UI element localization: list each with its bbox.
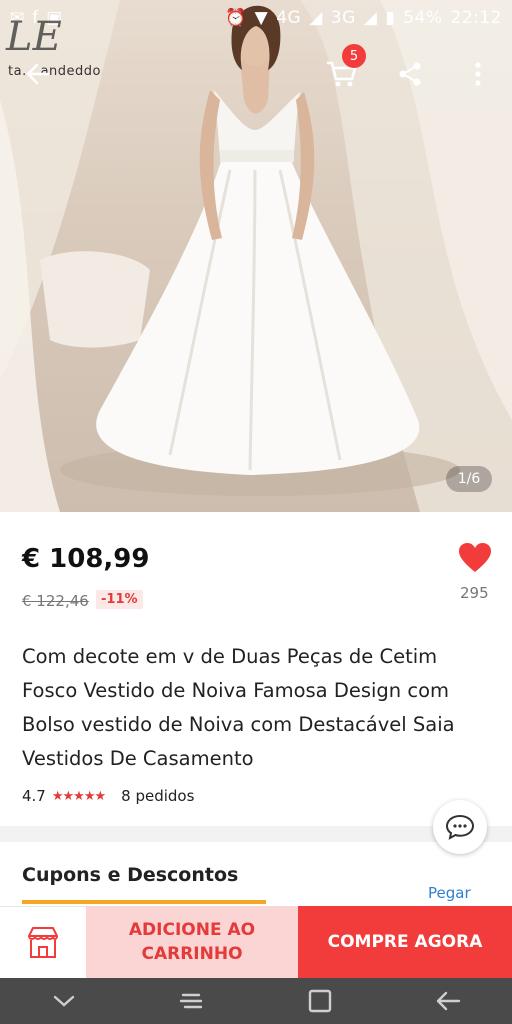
- store-icon: [28, 927, 58, 958]
- more-options-button[interactable]: [456, 48, 500, 100]
- rating-stars-icon: ★★★★★: [51, 788, 106, 804]
- signal-icon-2: ◢: [363, 8, 378, 28]
- image-counter: 1/6: [446, 466, 492, 492]
- signal-icon: ◢: [309, 8, 323, 28]
- cart-count-badge: 5: [342, 44, 366, 68]
- clock: 22:12: [450, 8, 502, 28]
- nav-recents-button[interactable]: [162, 978, 222, 1024]
- wishlist-button[interactable]: [458, 542, 492, 578]
- chat-bubble-icon: [445, 814, 475, 840]
- network-label-1: 4G: [276, 8, 302, 28]
- back-arrow-icon: [436, 991, 461, 1011]
- top-toolbar: 5: [0, 44, 512, 100]
- share-button[interactable]: [388, 48, 432, 100]
- store-button[interactable]: [0, 906, 86, 979]
- status-bar: ✉ f ▣ ⏰ ▼ 4G ◢ 3G ◢ ▮ 54% 22:12: [0, 0, 512, 36]
- get-coupon-link[interactable]: Pegar: [428, 884, 471, 902]
- heart-icon: [459, 543, 491, 572]
- chevron-down-icon: [53, 995, 75, 1007]
- coupon-indicator-bar: [22, 900, 266, 904]
- add-to-cart-button[interactable]: ADICIONE AO CARRINHO: [86, 906, 298, 978]
- current-price: € 108,99: [22, 544, 150, 574]
- wifi-icon: ▼: [254, 8, 269, 28]
- wishlist-count: 295: [460, 584, 489, 602]
- bottom-action-bar: ADICIONE AO CARRINHO COMPRE AGORA: [0, 906, 512, 979]
- cart-button[interactable]: 5: [320, 44, 366, 100]
- product-image-gallery[interactable]: ✉ f ▣ ⏰ ▼ 4G ◢ 3G ◢ ▮ 54% 22:12 LE ta...…: [0, 0, 512, 512]
- network-label-2: 3G: [330, 8, 356, 28]
- chat-button[interactable]: [433, 800, 487, 854]
- buy-now-button[interactable]: COMPRE AGORA: [298, 906, 512, 978]
- product-title: Com decote em v de Duas Peças de Cetim F…: [22, 645, 455, 770]
- discount-badge: -11%: [96, 590, 143, 609]
- coupons-section-title: Cupons e Descontos: [22, 864, 239, 886]
- nav-back-button[interactable]: [418, 978, 478, 1024]
- orders-count: 8 pedidos: [121, 787, 195, 805]
- recent-apps-icon: [179, 993, 203, 1009]
- nav-home-button[interactable]: [290, 978, 350, 1024]
- back-button[interactable]: [16, 48, 60, 100]
- rating-row[interactable]: 4.7 ★★★★★ 8 pedidos: [22, 787, 194, 805]
- system-navigation-bar: [0, 978, 512, 1024]
- more-vertical-icon: [475, 62, 481, 86]
- nav-collapse-button[interactable]: [34, 978, 94, 1024]
- rating-value: 4.7: [22, 787, 46, 805]
- alarm-icon: ⏰: [224, 8, 247, 28]
- share-icon: [399, 62, 421, 86]
- battery-level: 54%: [403, 8, 443, 28]
- home-square-icon: [308, 989, 332, 1013]
- battery-icon: ▮: [385, 8, 396, 28]
- original-price: € 122,46: [22, 592, 89, 610]
- arrow-left-icon: [26, 63, 50, 85]
